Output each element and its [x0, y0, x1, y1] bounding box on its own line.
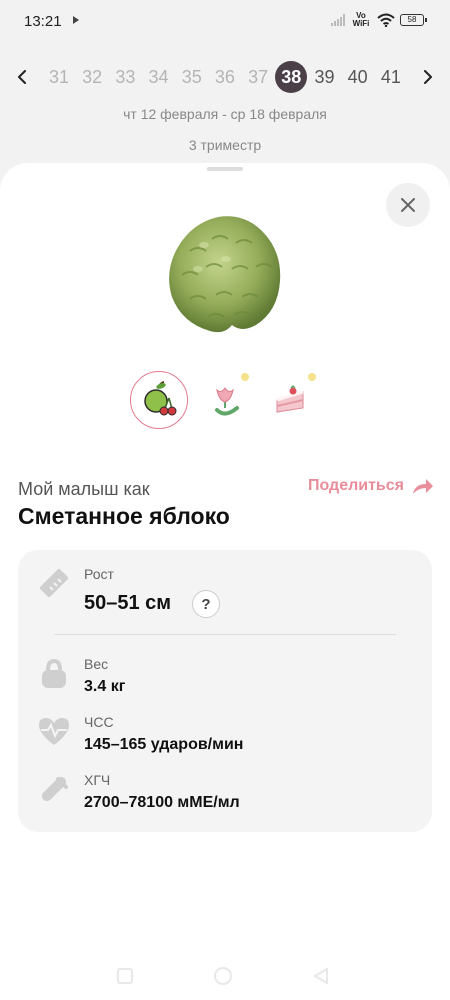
- battery-icon: 58: [400, 14, 427, 26]
- week-item-current[interactable]: 38: [275, 61, 308, 93]
- week-item[interactable]: 34: [143, 61, 175, 93]
- heart-rate-label: ЧСС: [84, 714, 114, 730]
- ruler-icon: [39, 568, 69, 598]
- close-button[interactable]: [386, 183, 430, 227]
- week-item[interactable]: 41: [375, 61, 407, 93]
- height-label: Рост: [84, 566, 114, 582]
- heart-rate-value: 145–165 ударов/мин: [84, 736, 244, 753]
- week-item[interactable]: 32: [76, 61, 108, 93]
- system-nav-bar: [0, 960, 450, 1000]
- heart-rate-icon: [39, 718, 69, 745]
- fruit-name: Сметанное яблоко: [18, 503, 230, 529]
- week-list: 31 32 33 34 35 36 37 38 39 40 41: [43, 60, 407, 94]
- week-item[interactable]: 39: [309, 61, 341, 93]
- week-item[interactable]: 33: [109, 61, 141, 93]
- chevron-right-icon: [424, 70, 432, 84]
- back-icon[interactable]: [311, 966, 331, 986]
- status-icons: Vo WiFi 58: [331, 11, 427, 28]
- next-week-button[interactable]: [414, 64, 440, 90]
- cake-icon: [276, 384, 304, 413]
- sparkle-icon: [308, 373, 316, 381]
- height-help-button[interactable]: ?: [192, 590, 220, 618]
- chevron-left-icon: [18, 70, 26, 84]
- sheet-drag-handle[interactable]: [207, 167, 243, 171]
- status-bar: 13:21 Vo WiFi 58: [0, 0, 450, 44]
- wifi-icon: [377, 13, 395, 27]
- test-tube-icon: [41, 776, 68, 802]
- signal-icon: [331, 14, 345, 26]
- vowifi-label: Vo WiFi: [352, 11, 370, 28]
- recents-icon[interactable]: [115, 966, 135, 986]
- custard-apple-image: [169, 216, 281, 333]
- sparkle-icon: [241, 373, 249, 381]
- hcg-value: 2700–78100 мМЕ/мл: [84, 794, 240, 811]
- flower-icon: [215, 387, 239, 416]
- date-range: чт 12 февраля - ср 18 февраля: [123, 106, 327, 122]
- week-item[interactable]: 37: [242, 61, 274, 93]
- weight-icon: [42, 658, 66, 688]
- close-icon: [401, 198, 415, 212]
- hcg-label: ХГЧ: [84, 772, 111, 788]
- trimester-label: 3 триместр: [188, 137, 262, 153]
- apple-cherry-icon: [144, 381, 177, 416]
- weight-value: 3.4 кг: [84, 678, 126, 695]
- divider: [54, 634, 396, 635]
- week-item[interactable]: 40: [342, 61, 374, 93]
- option-fruit[interactable]: [130, 371, 188, 429]
- height-value: 50–51 см: [84, 592, 172, 614]
- comparison-selector: [0, 371, 450, 429]
- media-play-icon: [73, 16, 79, 24]
- prev-week-button[interactable]: [10, 64, 36, 90]
- share-button[interactable]: Поделиться: [308, 477, 434, 495]
- weight-label: Вес: [84, 656, 109, 672]
- home-icon[interactable]: [213, 966, 233, 986]
- week-item[interactable]: 36: [209, 61, 241, 93]
- status-time: 13:21: [24, 13, 62, 30]
- week-item[interactable]: 31: [43, 61, 75, 93]
- week-navigator: 31 32 33 34 35 36 37 38 39 40 41: [0, 60, 450, 94]
- share-arrow-icon: [413, 479, 433, 494]
- week-item[interactable]: 35: [176, 61, 208, 93]
- stats-card: Рост 50–51 см ? Вес 3.4 кг ЧСС 145–165 у…: [18, 550, 432, 832]
- bottom-sheet: Мой малыш как Поделиться Сметанное яблок…: [0, 163, 450, 1000]
- share-label: Поделиться: [307, 477, 404, 494]
- baby-comparison-caption: Мой малыш как: [18, 479, 150, 499]
